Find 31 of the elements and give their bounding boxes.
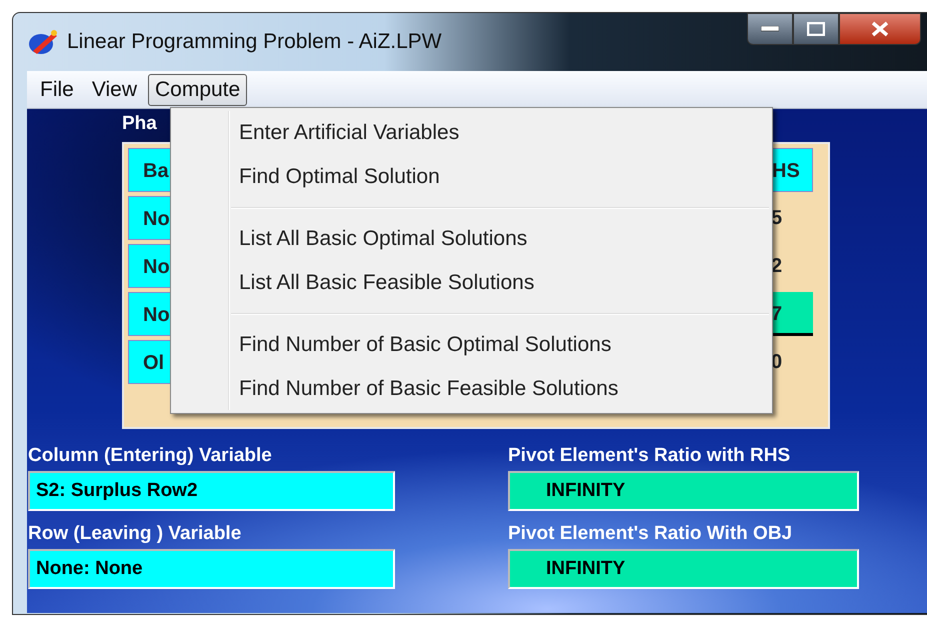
table-cell: Ol <box>128 340 172 384</box>
close-button[interactable] <box>839 13 921 45</box>
menu-option[interactable]: List All Basic Feasible Solutions <box>229 261 769 305</box>
value-field: S2: Surplus Row2 <box>28 471 395 511</box>
maximize-button[interactable] <box>793 13 839 45</box>
menu-option[interactable]: Find Optimal Solution <box>229 155 769 199</box>
menu-option[interactable]: List All Basic Optimal Solutions <box>229 217 769 261</box>
field-label: Pivot Element's Ratio with RHS <box>508 444 792 468</box>
section-title: Pha <box>122 112 157 136</box>
menu-option[interactable]: Find Number of Basic Optimal Solutions <box>229 323 769 367</box>
table-cell: No <box>128 292 172 336</box>
value-field: INFINITY <box>508 471 859 511</box>
menu-item[interactable]: Compute <box>148 74 248 106</box>
table-cell: No <box>128 196 172 240</box>
menu-item[interactable]: File <box>33 74 81 106</box>
menu-option[interactable]: Enter Artificial Variables <box>229 111 769 155</box>
table-cell: No <box>128 244 172 288</box>
menu-option[interactable]: Find Number of Basic Feasible Solutions <box>229 367 769 411</box>
app-icon <box>27 27 59 57</box>
minimize-icon <box>761 26 779 32</box>
value-field: INFINITY <box>508 549 859 589</box>
close-icon <box>871 21 889 37</box>
window-title: Linear Programming Problem - AiZ.LPW <box>67 29 442 56</box>
minimize-button[interactable] <box>747 13 793 45</box>
menu-item[interactable]: View <box>84 74 144 106</box>
value-field: None: None <box>28 549 395 589</box>
field-label: Row (Leaving ) Variable <box>28 522 242 546</box>
field-label: Column (Entering) Variable <box>28 444 273 468</box>
maximize-icon <box>807 22 825 36</box>
field-label: Pivot Element's Ratio With OBJ <box>508 522 794 546</box>
table-cell: Ba <box>128 148 172 192</box>
